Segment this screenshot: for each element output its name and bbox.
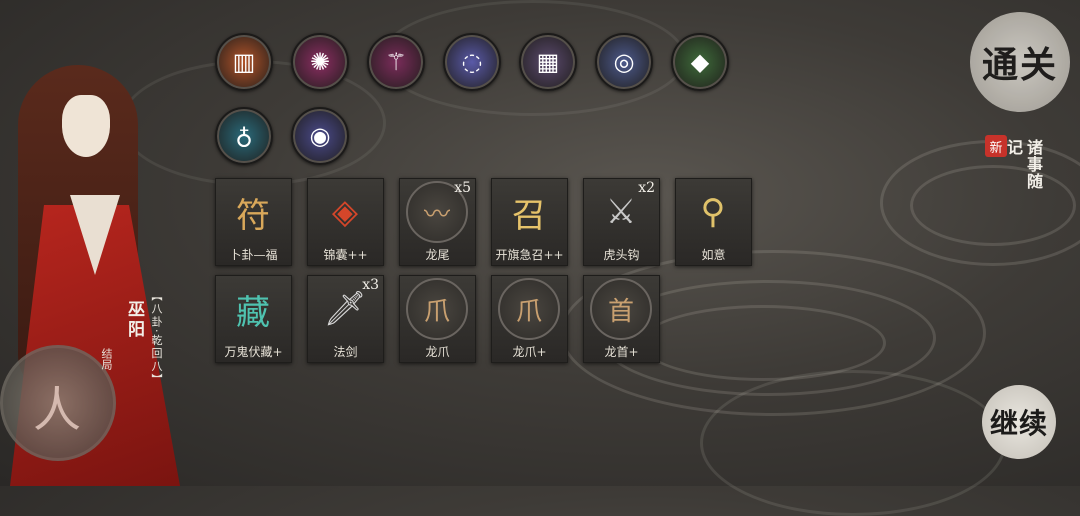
item-card[interactable]: 召开旗急召++ [491, 178, 568, 266]
item-name: 开旗急召++ [495, 248, 564, 262]
coil-glyph: ◎ [613, 48, 635, 76]
dragon-claw-plus-icon: 爪 [496, 278, 562, 340]
item-card[interactable]: ◈ 锦囊++ [307, 178, 384, 266]
dragon-emblem: 爪 [406, 278, 468, 340]
character-face [62, 95, 110, 157]
fortune-sigil-icon: 符 [220, 181, 286, 243]
pass-label: 通关 [981, 44, 1058, 86]
item-card[interactable]: ⚔ 虎头钩 x2 [583, 178, 660, 266]
item-glyph: 符 [236, 195, 270, 236]
dragon-claw-icon: 爪 [404, 278, 470, 340]
pearls-glyph: ◌ [461, 48, 483, 76]
item-glyph: 〰 [423, 199, 450, 230]
staff-icon[interactable]: ⚚ [367, 33, 425, 91]
ruyi-scepter-icon: ⚲ [680, 181, 746, 243]
black-pearl-glyph: ◉ [309, 122, 331, 150]
card-row-2: 藏万鬼伏藏+ 🗡 法剑 x3 爪龙爪爪龙爪+ 首龙首+ [215, 275, 660, 363]
item-glyph: ⚲ [700, 192, 726, 232]
item-glyph: 藏 [236, 292, 270, 333]
notes-button[interactable]: 新 诸事随记 [985, 135, 1055, 205]
ghost-sigil-icon: 藏 [220, 278, 286, 340]
item-card[interactable]: 藏万鬼伏藏+ [215, 275, 292, 363]
coil-icon[interactable]: ◎ [595, 33, 653, 91]
black-pearl-icon[interactable]: ◉ [291, 107, 349, 165]
item-card[interactable]: 🗡 法剑 x3 [307, 275, 384, 363]
item-glyph: ⚔ [605, 192, 637, 232]
relic-row-1: ▥ ✺ ⚚ ◌ ▦ ◎ ◆ [215, 33, 729, 91]
bronze-plate-icon[interactable]: ▦ [519, 33, 577, 91]
relic-row-2: ♁ ◉ [215, 107, 349, 165]
item-name: 虎头钩 [603, 248, 640, 262]
staff-glyph: ⚚ [385, 48, 407, 76]
character-name: 巫阳 [124, 300, 144, 340]
item-card[interactable]: 符卜卦—福 [215, 178, 292, 266]
item-card[interactable]: 爪龙爪 [399, 275, 476, 363]
pouch-icon: ◈ [312, 181, 378, 243]
dragon-head-icon: 首 [588, 278, 654, 340]
item-glyph: 爪 [515, 296, 542, 327]
jade-icon[interactable]: ◆ [671, 33, 729, 91]
dragon-emblem: 首 [590, 278, 652, 340]
item-glyph: ◈ [331, 192, 359, 232]
item-name: 法剑 [333, 345, 358, 359]
item-name: 龙爪 [425, 345, 450, 359]
emblem-glyph: 人 [33, 382, 82, 438]
item-card[interactable]: 首龙首+ [583, 275, 660, 363]
item-glyph: 🗡 [323, 289, 367, 329]
item-name: 龙首+ [604, 345, 639, 359]
character-ending-label: 结局 [100, 348, 113, 370]
item-name: 如意 [701, 248, 726, 262]
item-glyph: 召 [512, 195, 546, 236]
item-card[interactable]: 爪龙爪+ [491, 275, 568, 363]
continue-button[interactable]: 继续 [982, 385, 1056, 459]
notes-label: 诸事随记 [1004, 139, 1043, 190]
web-icon[interactable]: ✺ [291, 33, 349, 91]
item-card[interactable]: 〰龙尾 x5 [399, 178, 476, 266]
web-glyph: ✺ [309, 48, 331, 76]
lamp-glyph: ♁ [235, 122, 253, 150]
card-row-1: 符卜卦—福 ◈ 锦囊++ 〰龙尾 x5 召开旗急召++ ⚔ 虎头钩 x2 ⚲ 如意 [215, 178, 752, 266]
dragon-emblem: 爪 [498, 278, 560, 340]
item-name: 卜卦—福 [229, 248, 278, 262]
item-glyph: 首 [607, 296, 634, 327]
item-count: x5 [454, 180, 471, 196]
item-name: 龙爪+ [512, 345, 547, 359]
pass-seal-button[interactable]: 通关 [970, 12, 1070, 112]
item-card[interactable]: ⚲ 如意 [675, 178, 752, 266]
lamp-icon[interactable]: ♁ [215, 107, 273, 165]
jade-glyph: ◆ [690, 48, 710, 76]
character-title: 【八卦·乾回八】 [150, 290, 163, 387]
cloud-swirl [700, 370, 1006, 516]
item-glyph: 爪 [423, 296, 450, 327]
item-name: 龙尾 [425, 248, 450, 262]
flag-sigil-icon: 召 [496, 181, 562, 243]
scroll-glyph: ▥ [232, 48, 256, 76]
bronze-plate-glyph: ▦ [536, 48, 560, 76]
scroll-icon[interactable]: ▥ [215, 33, 273, 91]
item-count: x2 [638, 180, 655, 196]
pearls-icon[interactable]: ◌ [443, 33, 501, 91]
continue-label: 继续 [989, 407, 1048, 440]
item-name: 锦囊++ [323, 248, 368, 262]
item-count: x3 [362, 277, 379, 293]
item-name: 万鬼伏藏+ [224, 345, 283, 359]
